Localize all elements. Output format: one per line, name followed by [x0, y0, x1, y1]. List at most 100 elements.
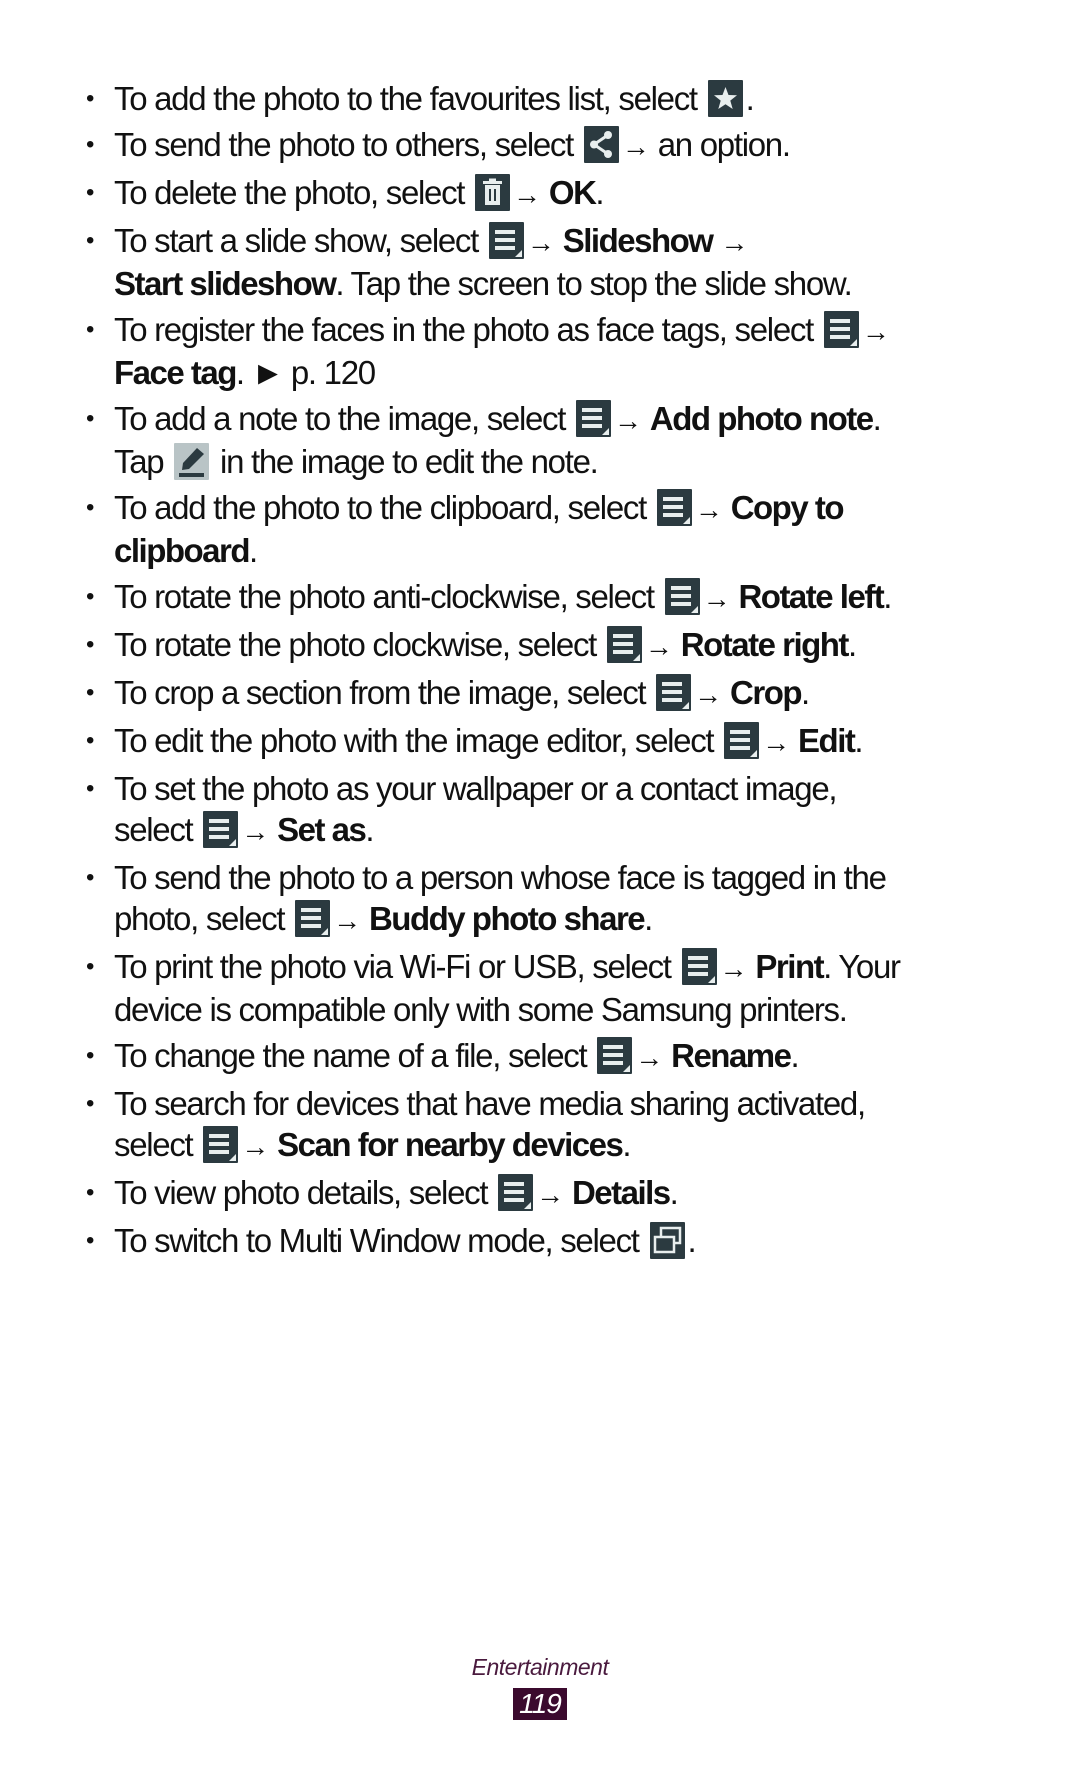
list-item: • To crop a section from the image, selec… [82, 672, 1002, 715]
instruction-text: an option. [649, 126, 791, 163]
bullet: • [86, 405, 94, 432]
list-item: • To search for devices that have media s… [82, 1083, 1002, 1167]
instruction-text: To print the photo via Wi-Fi or USB, sel… [114, 948, 679, 985]
instruction-text: To edit the photo with the image editor,… [114, 722, 722, 759]
feature-list: • To add the photo to the favourites list… [82, 78, 1002, 1261]
menu-option-label: clipboard [114, 532, 251, 569]
list-item: • To register the faces in the photo as f… [82, 309, 1002, 393]
bullet: • [86, 631, 94, 658]
menu-option-label: Details [571, 1174, 671, 1211]
arrow-right-icon: → [614, 405, 642, 436]
menu-icon [724, 722, 760, 759]
bullet: • [86, 583, 94, 610]
menu-option-label: Rotate right [680, 626, 850, 663]
bullet: • [86, 864, 94, 891]
bullet: • [86, 679, 94, 706]
menu-option-label: Edit [798, 722, 856, 759]
menu-option-label: Scan for nearby devices [277, 1126, 624, 1163]
instruction-text: . ► p. 120 [235, 354, 376, 391]
instruction-text [541, 174, 549, 211]
menu-icon [203, 811, 239, 848]
instruction-text [723, 489, 731, 526]
list-item: • To rotate the photo anti-clockwise, sel… [82, 576, 1002, 619]
multi-window-icon [649, 1222, 685, 1259]
list-item: • To add a note to the image, select → Ad… [82, 398, 1002, 482]
list-item: • To add the photo to the favourites list… [82, 78, 1002, 119]
arrow-right-icon: → [694, 679, 723, 710]
list-item: • To edit the photo with the image editor… [82, 720, 1002, 763]
arrow-right-icon: → [241, 816, 270, 847]
arrow-right-icon: → [536, 1179, 565, 1210]
arrow-right-icon: → [621, 131, 650, 162]
bullet: • [86, 85, 94, 112]
menu-option-label: Print [755, 948, 824, 985]
menu-icon [664, 578, 700, 615]
menu-option-label: Slideshow [562, 222, 714, 259]
instruction-text [642, 400, 650, 437]
menu-icon [498, 1174, 534, 1211]
pencil-icon [174, 443, 210, 480]
instruction-text: To rotate the photo clockwise, select [114, 626, 604, 663]
instruction-text [722, 674, 730, 711]
instruction-text: To add the photo to the clipboard, selec… [114, 489, 654, 526]
menu-icon [656, 674, 692, 711]
menu-icon [295, 900, 331, 937]
instruction-text: To rotate the photo anti-clockwise, sele… [114, 578, 662, 615]
bullet: • [86, 316, 94, 343]
share-icon [583, 126, 619, 163]
arrow-right-icon: → [635, 1042, 664, 1073]
instruction-text [564, 1174, 572, 1211]
arrow-right-icon: → [526, 227, 555, 258]
instruction-text: . [883, 578, 892, 615]
bullet: • [86, 1227, 94, 1254]
bullet: • [86, 227, 94, 254]
menu-option-label: Buddy photo share [368, 900, 646, 937]
instruction-text: To delete the photo, select [114, 174, 473, 211]
bullet: • [86, 775, 94, 802]
menu-option-label: OK [548, 174, 597, 211]
bullet: • [86, 179, 94, 206]
instruction-text: . Tap the screen to stop the slide show. [335, 265, 852, 302]
instruction-text [361, 900, 369, 937]
trash-icon [475, 174, 511, 211]
menu-option-label: Rename [671, 1037, 792, 1074]
menu-option-label: Crop [730, 674, 803, 711]
list-item: • To view photo details, select → Details… [82, 1172, 1002, 1215]
instruction-text: To view photo details, select [114, 1174, 496, 1211]
instruction-text: . [595, 174, 604, 211]
list-item: • To send the photo to others, select → a… [82, 124, 1002, 167]
list-item: • To switch to Multi Window mode, select … [82, 1220, 1002, 1261]
instruction-text: To start a slide show, select [114, 222, 486, 259]
instruction-text: device is compatible only with some Sams… [114, 991, 848, 1028]
list-item: • To set the photo as your wallpaper or a… [82, 768, 1002, 852]
menu-icon [656, 489, 692, 526]
menu-icon [597, 1037, 633, 1074]
instruction-text: . [801, 674, 810, 711]
list-item: • To print the photo via Wi-Fi or USB, se… [82, 946, 1002, 1030]
list-item: • To change the name of a file, select → … [82, 1035, 1002, 1078]
instruction-text: To send the photo to a person whose face… [114, 859, 887, 896]
instruction-text [555, 222, 563, 259]
list-item: • To delete the photo, select → OK. [82, 172, 1002, 215]
instruction-text: . [687, 1222, 697, 1259]
menu-icon [823, 311, 859, 348]
menu-option-label: Copy to [730, 489, 845, 526]
arrow-right-icon: → [861, 316, 890, 347]
arrow-right-icon: → [241, 1131, 270, 1162]
instruction-text: . [790, 1037, 800, 1074]
instruction-text: select [114, 1126, 201, 1163]
section-label: Entertainment [471, 1654, 609, 1680]
menu-option-label: Add photo note [649, 400, 874, 437]
instruction-text [663, 1037, 671, 1074]
instruction-text: . [249, 532, 258, 569]
bullet: • [86, 727, 94, 754]
instruction-text: To set the photo as your wallpaper or a … [114, 770, 838, 807]
instruction-text: To search for devices that have media sh… [114, 1085, 866, 1122]
bullet: • [86, 494, 94, 521]
bullet: • [86, 1090, 94, 1117]
manual-page: • To add the photo to the favourites list… [82, 78, 1002, 1266]
arrow-right-icon: → [333, 905, 362, 936]
menu-icon [576, 400, 611, 437]
instruction-text: To change the name of a file, select [114, 1037, 595, 1074]
instruction-text: To add the photo to the favourites list,… [114, 80, 705, 117]
